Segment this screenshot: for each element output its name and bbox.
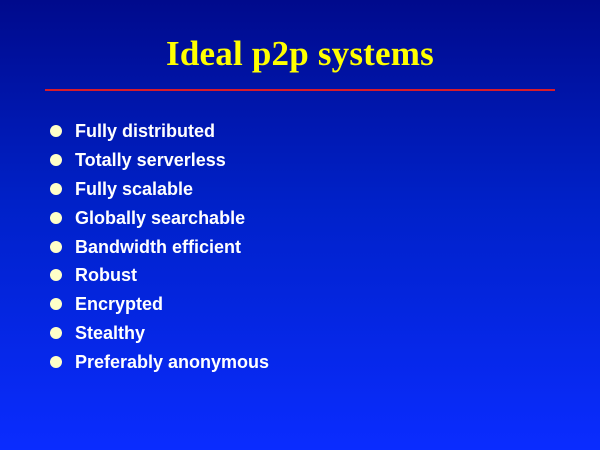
bullet-text: Totally serverless (75, 150, 226, 171)
slide-title: Ideal p2p systems (166, 34, 434, 73)
bullet-dot-icon (50, 240, 62, 253)
bullet-dot-icon (50, 298, 62, 311)
bullet-text: Fully scalable (75, 178, 194, 199)
bullet-list: Fully distributed Totally serverless Ful… (50, 117, 269, 376)
bullet-text: Preferably anonymous (75, 351, 270, 372)
title-divider (45, 89, 555, 91)
bullet-text: Bandwidth efficient (75, 236, 241, 257)
bullet-item: Bandwidth efficient (50, 232, 269, 261)
bullet-dot-icon (50, 182, 62, 195)
bullet-dot-icon (50, 154, 62, 167)
slide: Ideal p2p systems Fully distributed Tota… (0, 0, 600, 450)
bullet-item: Stealthy (50, 319, 269, 348)
bullet-dot-icon (50, 125, 62, 138)
bullet-item: Totally serverless (50, 146, 269, 175)
bullet-item: Robust (50, 261, 269, 290)
bullet-item: Globally searchable (50, 203, 269, 232)
bullet-item: Fully distributed (50, 117, 269, 146)
bullet-dot-icon (50, 326, 62, 339)
bullet-dot-icon (50, 269, 62, 282)
bullet-text: Robust (75, 265, 137, 286)
bullet-dot-icon (50, 211, 62, 224)
bullet-text: Globally searchable (75, 207, 246, 228)
bullet-item: Encrypted (50, 290, 269, 319)
bullet-text: Stealthy (75, 322, 146, 343)
bullet-item: Preferably anonymous (50, 347, 269, 376)
bullet-text: Fully distributed (75, 121, 216, 142)
bullet-text: Encrypted (75, 294, 164, 315)
bullet-dot-icon (50, 355, 62, 368)
bullet-item: Fully scalable (50, 175, 269, 204)
